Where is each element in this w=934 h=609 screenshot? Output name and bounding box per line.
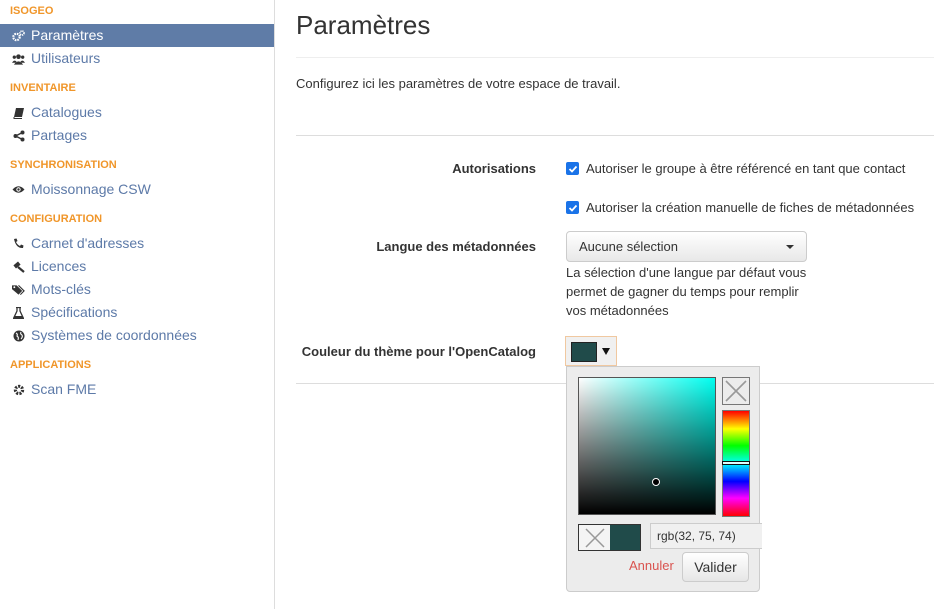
- saturation-value-area[interactable]: [578, 377, 716, 515]
- book-icon: [12, 106, 25, 119]
- sidebar-item-moissonnage-csw[interactable]: Moissonnage CSW: [0, 178, 274, 201]
- tags-icon: [12, 283, 25, 296]
- clear-color-button[interactable]: [722, 377, 750, 405]
- validate-button[interactable]: Valider: [682, 552, 749, 582]
- sidebar-item-label: Systèmes de coordonnées: [31, 327, 197, 343]
- cogs-icon: [12, 29, 25, 42]
- sidebar-item-specifications[interactable]: Spécifications: [0, 301, 274, 324]
- sidebar-item-label: Utilisateurs: [31, 50, 101, 66]
- color-preview: [578, 524, 641, 551]
- sidebar-section-inventaire: INVENTAIRE: [10, 82, 76, 94]
- language-select[interactable]: Aucune sélection: [566, 231, 807, 262]
- divider: [296, 57, 934, 58]
- intro-text: Configurez ici les paramètres de votre e…: [296, 76, 621, 91]
- checkbox-label: Autoriser la création manuelle de fiches…: [586, 200, 915, 215]
- authorizations-label: Autorisations: [452, 161, 536, 176]
- sidebar-section-isogeo: ISOGEO: [10, 5, 54, 17]
- divider: [296, 135, 934, 136]
- checkbox-checked-icon[interactable]: [566, 162, 579, 175]
- sidebar-item-label: Partages: [31, 127, 88, 143]
- sidebar-item-carnet-adresses[interactable]: Carnet d'adresses: [0, 232, 274, 255]
- sidebar-item-label: Catalogues: [31, 104, 102, 120]
- gavel-icon: [12, 260, 25, 273]
- caret-down-icon: [786, 245, 794, 249]
- hue-slider-handle[interactable]: [722, 461, 750, 465]
- sidebar-item-label: Carnet d'adresses: [31, 235, 145, 251]
- theme-color-label: Couleur du thème pour l'OpenCatalog: [301, 344, 536, 359]
- sidebar-section-applications: APPLICATIONS: [10, 359, 92, 371]
- color-value-input[interactable]: rgb(32, 75, 74): [650, 523, 762, 549]
- sidebar-item-partages[interactable]: Partages: [0, 124, 274, 147]
- checkbox-label: Autoriser le groupe à être référencé en …: [586, 161, 906, 176]
- checkbox-checked-icon[interactable]: [566, 201, 579, 214]
- sidebar: ISOGEO Paramètres Utilisateurs INVENTAIR…: [0, 0, 275, 609]
- sidebar-item-label: Spécifications: [31, 304, 118, 320]
- page-title: Paramètres: [296, 10, 431, 40]
- sidebar-item-utilisateurs[interactable]: Utilisateurs: [0, 47, 274, 70]
- cancel-button[interactable]: Annuler: [629, 558, 674, 573]
- sidebar-section-synchronisation: SYNCHRONISATION: [10, 159, 117, 171]
- phone-icon: [12, 237, 25, 250]
- hue-slider[interactable]: [722, 410, 750, 517]
- saturation-handle[interactable]: [652, 478, 660, 486]
- color-picker-popup: rgb(32, 75, 74) Annuler Valider: [566, 366, 762, 592]
- caret-down-icon: [602, 348, 610, 355]
- users-icon: [12, 52, 25, 65]
- checkbox-group-contact[interactable]: Autoriser le groupe à être référencé en …: [566, 161, 905, 176]
- sidebar-item-scan-fme[interactable]: Scan FME: [0, 378, 274, 401]
- language-label: Langue des métadonnées: [376, 239, 536, 254]
- color-picker-toggle[interactable]: [565, 336, 617, 366]
- share-icon: [12, 129, 25, 142]
- new-color-preview: [610, 525, 640, 550]
- cog-icon: [12, 383, 25, 396]
- sidebar-item-label: Licences: [31, 258, 87, 274]
- sidebar-item-label: Moissonnage CSW: [31, 181, 151, 197]
- eye-icon: [12, 183, 25, 196]
- sidebar-item-mots-cles[interactable]: Mots-clés: [0, 278, 274, 301]
- globe-icon: [12, 329, 25, 342]
- flask-icon: [12, 306, 25, 319]
- checkbox-manual-metadata[interactable]: Autoriser la création manuelle de fiches…: [566, 200, 914, 215]
- sidebar-section-configuration: CONFIGURATION: [10, 213, 103, 225]
- main-content: Paramètres Configurez ici les paramètres…: [296, 0, 934, 609]
- color-swatch: [571, 342, 597, 362]
- sidebar-item-label: Mots-clés: [31, 281, 91, 297]
- sidebar-item-licences[interactable]: Licences: [0, 255, 274, 278]
- close-icon: [725, 380, 747, 402]
- language-help-text: La sélection d'une langue par défaut vou…: [566, 265, 807, 318]
- close-icon: [584, 527, 605, 548]
- language-select-value: Aucune sélection: [579, 239, 679, 254]
- sidebar-item-label: Paramètres: [31, 27, 104, 43]
- previous-color-empty[interactable]: [579, 525, 610, 550]
- sidebar-item-systemes-coordonnees[interactable]: Systèmes de coordonnées: [0, 324, 274, 347]
- sidebar-item-catalogues[interactable]: Catalogues: [0, 101, 274, 124]
- sidebar-item-label: Scan FME: [31, 381, 97, 397]
- sidebar-item-parametres[interactable]: Paramètres: [0, 24, 274, 47]
